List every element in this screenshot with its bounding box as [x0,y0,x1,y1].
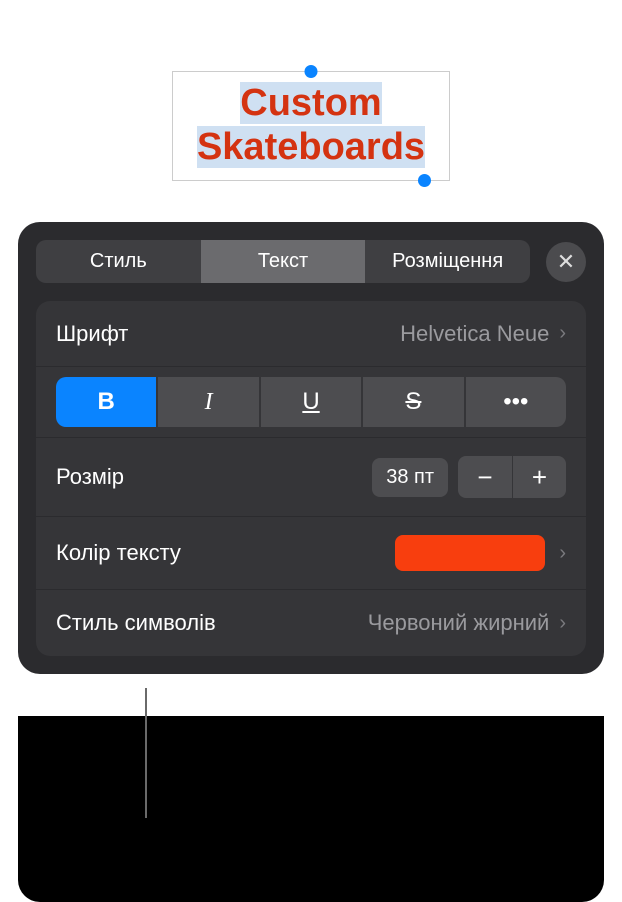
panel-lower-area [18,716,604,902]
chevron-right-icon: › [559,322,566,345]
character-style-row[interactable]: Стиль символів Червоний жирний › [36,590,586,656]
underline-button[interactable]: U [261,377,361,427]
panel-tabbar: Стиль Текст Розміщення ✕ [18,240,604,301]
text-line-1[interactable]: Custom [240,82,381,124]
close-button[interactable]: ✕ [546,242,586,282]
text-color-row[interactable]: Колір тексту › [36,517,586,590]
size-decrease-button[interactable]: − [458,456,512,498]
size-row: Розмір 38 пт − + [36,438,586,517]
chevron-right-icon: › [559,612,566,635]
font-value: Helvetica Neue [400,321,549,347]
character-style-value: Червоний жирний [368,610,550,636]
italic-button[interactable]: I [158,377,258,427]
size-label: Розмір [56,464,372,490]
tab-arrange[interactable]: Розміщення [365,240,530,283]
canvas-area: Custom Skateboards [0,0,622,222]
format-buttons-row: B I U S ••• [36,367,586,438]
selection-handle-top[interactable] [305,65,318,78]
chevron-right-icon: › [559,542,566,565]
tab-text[interactable]: Текст [201,240,366,283]
close-icon: ✕ [557,249,575,275]
tab-segmented-control: Стиль Текст Розміщення [36,240,530,283]
font-row[interactable]: Шрифт Helvetica Neue › [36,301,586,367]
size-increase-button[interactable]: + [512,456,566,498]
format-panel: Стиль Текст Розміщення ✕ Шрифт Helvetica… [18,222,604,674]
bold-button[interactable]: B [56,377,156,427]
text-color-swatch[interactable] [395,535,545,571]
size-value[interactable]: 38 пт [372,458,448,497]
text-line-2[interactable]: Skateboards [197,126,425,168]
size-stepper: − + [458,456,566,498]
callout-line [145,688,147,818]
font-label: Шрифт [56,321,400,347]
size-controls: 38 пт − + [372,456,566,498]
selection-handle-bottom[interactable] [418,174,431,187]
text-color-label: Колір тексту [56,540,395,566]
strikethrough-button[interactable]: S [363,377,463,427]
text-options-list: Шрифт Helvetica Neue › B I U S ••• Розмі… [36,301,586,656]
tab-style[interactable]: Стиль [36,240,201,283]
character-style-label: Стиль символів [56,610,368,636]
selected-text-box[interactable]: Custom Skateboards [172,71,450,180]
more-format-button[interactable]: ••• [466,377,566,427]
